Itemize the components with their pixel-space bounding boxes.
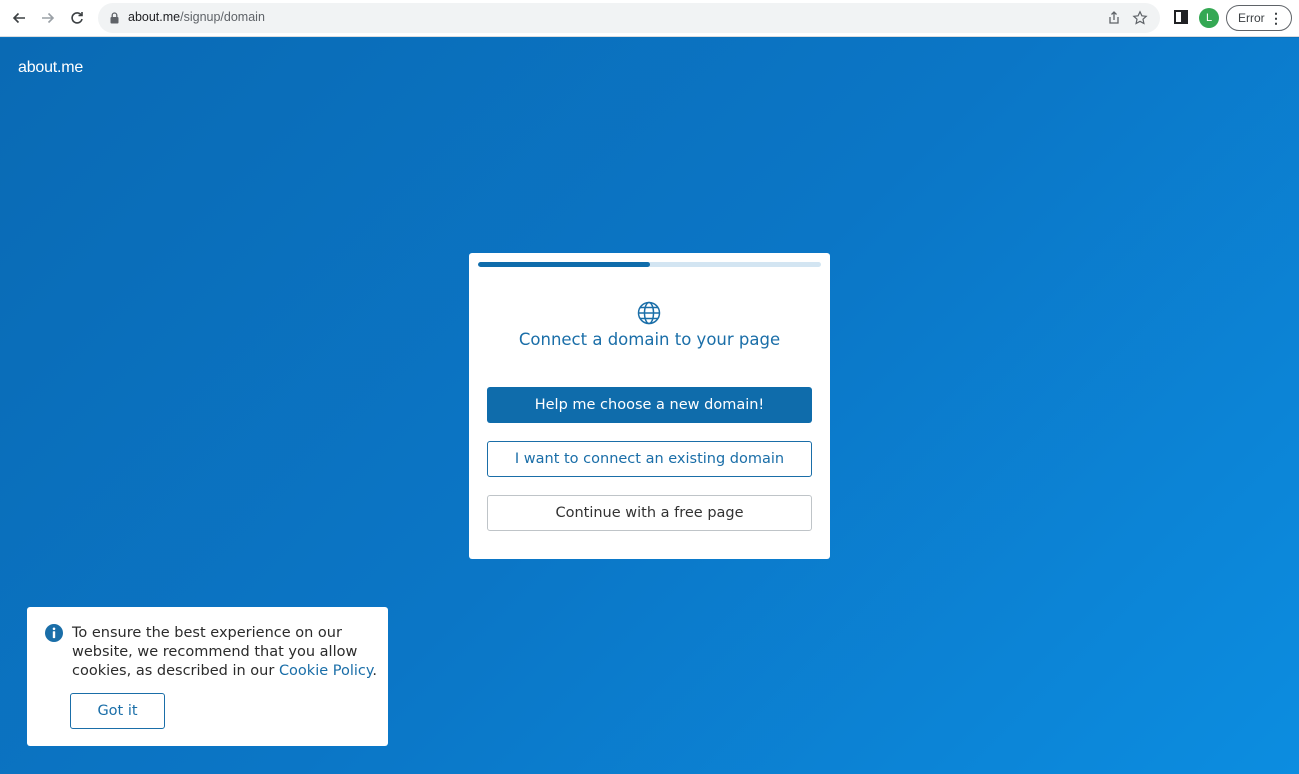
cookie-message-suffix: .: [372, 663, 378, 679]
browser-toolbar: about.me/signup/domain L Error ⋮: [0, 0, 1299, 37]
progress-fill: [478, 262, 650, 267]
url-path: /signup/domain: [180, 10, 265, 24]
choose-new-domain-button[interactable]: Help me choose a new domain!: [487, 387, 812, 423]
reload-icon[interactable]: [68, 9, 86, 27]
error-menu-button[interactable]: Error ⋮: [1226, 5, 1292, 31]
site-logo[interactable]: about.me: [18, 59, 83, 77]
share-icon[interactable]: [1106, 10, 1122, 26]
continue-free-page-button[interactable]: Continue with a free page: [487, 495, 812, 531]
globe-icon: [637, 301, 661, 325]
more-options-icon: ⋮: [1269, 10, 1283, 26]
modal-title: Connect a domain to your page: [518, 330, 781, 349]
profile-avatar[interactable]: L: [1199, 8, 1219, 28]
domain-modal: Connect a domain to your page Help me ch…: [469, 253, 830, 559]
info-icon: [45, 624, 63, 642]
back-arrow-icon[interactable]: [10, 9, 28, 27]
cookie-policy-link[interactable]: Cookie Policy: [279, 663, 372, 679]
side-panel-icon[interactable]: [1174, 10, 1188, 24]
error-label: Error: [1238, 11, 1265, 25]
cookie-banner: To ensure the best experience on our web…: [27, 607, 388, 746]
got-it-button[interactable]: Got it: [70, 693, 165, 729]
connect-existing-domain-button[interactable]: I want to connect an existing domain: [487, 441, 812, 477]
url-host: about.me: [128, 10, 181, 24]
page-background: about.me Connect a domain to your page H…: [0, 38, 1299, 774]
cookie-message: To ensure the best experience on our web…: [72, 624, 377, 681]
forward-arrow-icon[interactable]: [39, 9, 57, 27]
address-bar[interactable]: about.me/signup/domain: [98, 3, 1160, 33]
lock-icon: [110, 12, 119, 24]
star-icon[interactable]: [1132, 10, 1148, 26]
url-text: about.me/signup/domain: [128, 10, 265, 24]
progress-bar: [478, 262, 821, 267]
